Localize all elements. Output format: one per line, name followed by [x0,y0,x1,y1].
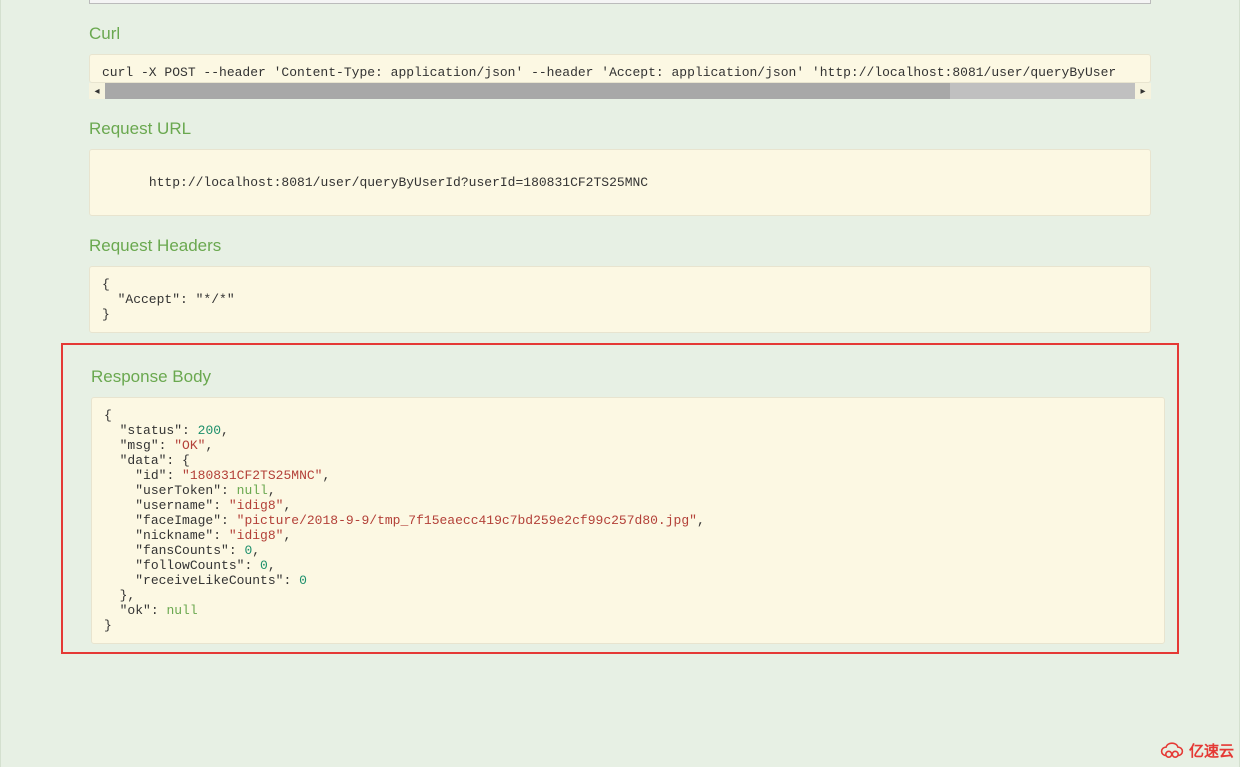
watermark-text: 亿速云 [1189,740,1234,761]
scroll-right-arrow-icon[interactable]: ▸ [1135,83,1151,99]
scroll-thumb[interactable] [105,83,950,99]
curl-command-block[interactable]: curl -X POST --header 'Content-Type: app… [89,54,1151,83]
response-body-block[interactable]: { "status": 200, "msg": "OK", "data": { … [91,397,1165,644]
watermark-logo: 亿速云 [1159,740,1234,761]
request-headers-title: Request Headers [89,236,1179,256]
scroll-left-arrow-icon[interactable]: ◂ [89,83,105,99]
scroll-track-area[interactable] [105,83,1135,99]
curl-title: Curl [89,24,1179,44]
request-headers-section: Request Headers { "Accept": "*/*" } [61,216,1179,333]
curl-command-text: curl -X POST --header 'Content-Type: app… [102,65,1116,80]
request-url-section: Request URL http://localhost:8081/user/q… [61,99,1179,216]
curl-section: Curl curl -X POST --header 'Content-Type… [61,4,1179,99]
request-headers-text: { "Accept": "*/*" } [102,277,235,322]
response-body-highlight: Response Body { "status": 200, "msg": "O… [61,343,1179,654]
cloud-icon [1159,741,1185,761]
curl-scrollbar[interactable]: ◂ ▸ [89,83,1151,99]
request-headers-block[interactable]: { "Accept": "*/*" } [89,266,1151,333]
request-url-block[interactable]: http://localhost:8081/user/queryByUserId… [89,149,1151,216]
request-url-title: Request URL [89,119,1179,139]
response-body-title: Response Body [91,367,1177,387]
swagger-response-panel: Curl curl -X POST --header 'Content-Type… [0,0,1240,767]
response-body-section: Response Body { "status": 200, "msg": "O… [63,347,1177,644]
request-url-text: http://localhost:8081/user/queryByUserId… [149,175,648,190]
response-body-json: { "status": 200, "msg": "OK", "data": { … [104,408,705,633]
